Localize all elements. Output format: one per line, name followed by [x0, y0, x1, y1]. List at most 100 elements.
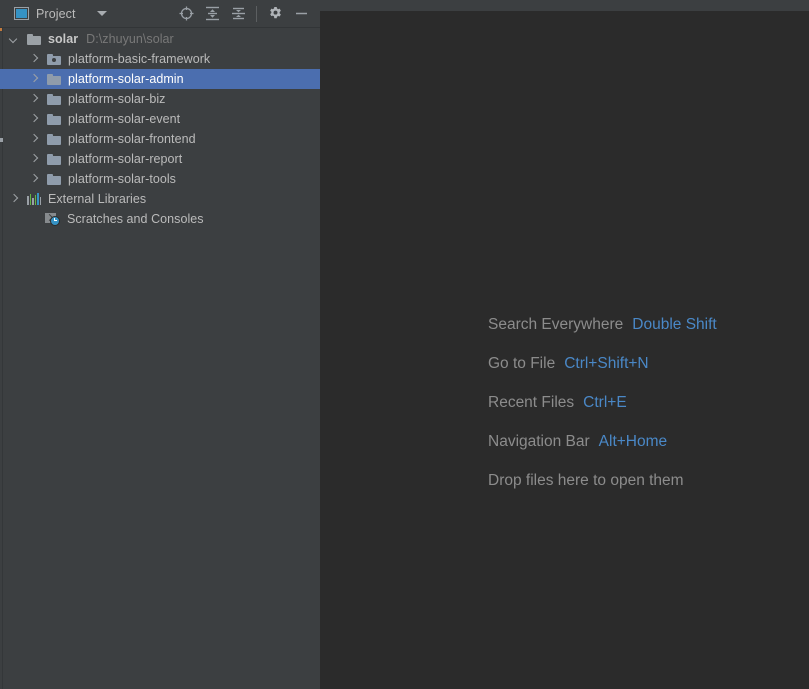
shortcut-hint: Drop files here to open them — [488, 461, 717, 500]
tree-row[interactable]: platform-solar-event — [0, 109, 320, 129]
chevron-right-icon[interactable] — [30, 175, 39, 184]
folder-icon — [47, 153, 61, 165]
tree-row-label: platform-solar-frontend — [68, 132, 196, 146]
chevron-right-icon[interactable] — [10, 195, 19, 204]
shortcut-hint-label: Drop files here to open them — [488, 471, 684, 489]
external-libraries-icon — [27, 193, 41, 205]
settings-button[interactable] — [262, 1, 288, 27]
chevron-down-icon[interactable] — [10, 35, 19, 44]
tree-row-label: platform-solar-event — [68, 112, 181, 126]
shortcut-hint-label: Recent Files — [488, 393, 575, 411]
tree-row[interactable]: External Libraries — [0, 189, 320, 209]
tree-row[interactable]: platform-basic-framework — [0, 49, 320, 69]
tool-window-title: Project — [36, 6, 76, 21]
project-tree: solar D:\zhuyun\solar platform-basic-frame… — [0, 29, 320, 229]
tree-row[interactable]: platform-solar-admin — [0, 69, 320, 89]
folder-icon — [47, 173, 61, 185]
project-title-group[interactable]: Project — [14, 0, 107, 27]
tree-row-label: platform-solar-report — [68, 152, 183, 166]
chevron-right-icon[interactable] — [30, 115, 39, 124]
tree-row-path: D:\zhuyun\solar — [86, 32, 174, 46]
project-icon — [14, 7, 29, 20]
editor-empty-area: Search Everywhere Double Shift Go to File C… — [320, 11, 809, 689]
shortcut-hint: Go to File Ctrl+Shift+N — [488, 344, 717, 383]
shortcut-hint-label: Go to File — [488, 354, 556, 372]
tree-row-label: platform-basic-framework — [68, 52, 211, 66]
tree-row-label: platform-solar-admin — [68, 72, 184, 86]
collapse-all-button[interactable] — [225, 1, 251, 27]
tree-row[interactable]: platform-solar-frontend — [0, 129, 320, 149]
shortcut-hint-key: Alt+Home — [598, 432, 668, 450]
chevron-right-icon[interactable] — [30, 75, 39, 84]
tree-row-label: platform-solar-tools — [68, 172, 176, 186]
tree-row-label: Scratches and Consoles — [67, 212, 204, 226]
chevron-right-icon[interactable] — [30, 55, 39, 64]
shortcut-hint-key: Double Shift — [632, 315, 717, 333]
project-tool-window: Project solar D:\zhuyun\solar platform-b… — [0, 0, 320, 689]
tree-row[interactable]: platform-solar-report — [0, 149, 320, 169]
tree-row[interactable]: platform-solar-tools — [0, 169, 320, 189]
tree-no-arrow — [28, 215, 37, 224]
shortcut-hints-list: Search Everywhere Double Shift Go to File C… — [488, 305, 717, 500]
tree-row[interactable]: solar D:\zhuyun\solar — [0, 29, 320, 49]
shortcut-hint: Search Everywhere Double Shift — [488, 305, 717, 344]
select-opened-file-button[interactable] — [173, 1, 199, 27]
folder-icon — [47, 73, 61, 85]
shortcut-hint-key: Ctrl+E — [583, 393, 627, 411]
expand-all-button[interactable] — [199, 1, 225, 27]
tree-row-label: solar — [48, 32, 79, 46]
tree-row-label: External Libraries — [48, 192, 147, 206]
tree-row[interactable]: platform-solar-biz — [0, 89, 320, 109]
shortcut-hint-label: Search Everywhere — [488, 315, 624, 333]
chevron-down-icon[interactable] — [96, 11, 107, 16]
folder-icon — [47, 113, 61, 125]
tool-window-actions — [173, 0, 314, 27]
ide-window: Project solar D:\zhuyun\solar platform-b… — [0, 0, 809, 689]
folder-icon — [47, 93, 61, 105]
chevron-right-icon[interactable] — [30, 155, 39, 164]
folder-icon-grey — [27, 33, 41, 45]
chevron-right-icon[interactable] — [30, 95, 39, 104]
tree-row[interactable]: Scratches and Consoles — [0, 209, 320, 229]
window-top-strip — [320, 0, 809, 11]
shortcut-hint-key: Ctrl+Shift+N — [564, 354, 649, 372]
toolbar-separator — [256, 5, 257, 22]
shortcut-hint: Navigation Bar Alt+Home — [488, 422, 717, 461]
tree-row-label: platform-solar-biz — [68, 92, 166, 106]
chevron-right-icon[interactable] — [30, 135, 39, 144]
scratches-consoles-icon — [45, 212, 60, 226]
module-folder-icon — [47, 53, 61, 65]
minimize-icon[interactable] — [288, 1, 314, 27]
folder-icon — [47, 133, 61, 145]
shortcut-hint: Recent Files Ctrl+E — [488, 383, 717, 422]
